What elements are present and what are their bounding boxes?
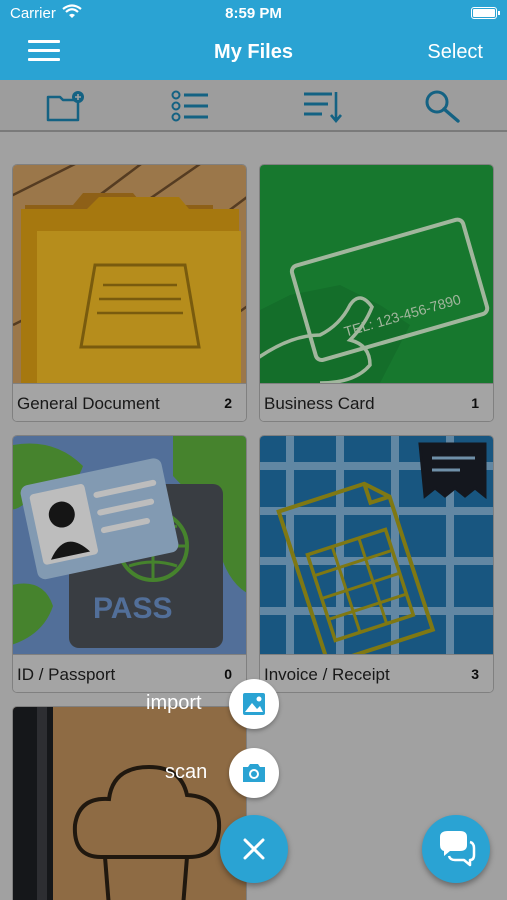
- folder-count: 2: [224, 395, 232, 411]
- close-icon: [243, 838, 265, 860]
- battery-icon: [471, 7, 500, 19]
- folder-footer: ID / Passport 0: [13, 654, 246, 692]
- chat-button[interactable]: [422, 815, 490, 883]
- folder-name: Invoice / Receipt: [264, 665, 390, 684]
- chat-icon: [440, 831, 476, 867]
- business-card-illustration: TEL: 123-456-7890: [260, 165, 493, 383]
- folder-card-id-passport[interactable]: PASS ID / Passport 0: [12, 435, 247, 693]
- folder-name: Business Card: [264, 394, 375, 413]
- folder-footer: Invoice / Receipt 3: [260, 654, 493, 692]
- sort-icon[interactable]: [302, 88, 342, 124]
- close-fab-button[interactable]: [220, 815, 288, 883]
- nav-bar: My Files Select: [0, 28, 507, 80]
- folder-name: ID / Passport: [17, 665, 116, 684]
- folder-name: General Document: [17, 394, 160, 413]
- clock: 8:59 PM: [225, 5, 282, 22]
- search-icon[interactable]: [422, 88, 462, 124]
- passport-art-text: PASS: [93, 592, 172, 625]
- folder-card-general-document[interactable]: General Document 2: [12, 164, 247, 422]
- list-icon[interactable]: [170, 88, 210, 124]
- passport-illustration: PASS: [13, 436, 246, 654]
- folder-footer: Business Card 1: [260, 383, 493, 421]
- recipe-illustration: [13, 707, 246, 900]
- new-folder-icon[interactable]: [46, 88, 86, 124]
- folder-card-business-card[interactable]: TEL: 123-456-7890 Business Card 1: [259, 164, 494, 422]
- scan-label[interactable]: scan: [165, 761, 207, 784]
- image-icon: [243, 693, 265, 715]
- select-button[interactable]: Select: [427, 41, 483, 64]
- toolbar: [0, 80, 507, 132]
- folder-count: 1: [471, 395, 479, 411]
- folder-card-recipe[interactable]: [12, 706, 247, 900]
- folder-count: 3: [471, 666, 479, 682]
- invoice-illustration: [260, 436, 493, 654]
- import-button[interactable]: [229, 679, 279, 729]
- scan-button[interactable]: [229, 748, 279, 798]
- camera-icon: [243, 764, 265, 782]
- status-bar: Carrier 8:59 PM: [0, 0, 507, 28]
- folder-illustration: [13, 165, 246, 383]
- folder-footer: General Document 2: [13, 383, 246, 421]
- import-label[interactable]: import: [146, 692, 202, 715]
- folder-card-invoice-receipt[interactable]: Invoice / Receipt 3: [259, 435, 494, 693]
